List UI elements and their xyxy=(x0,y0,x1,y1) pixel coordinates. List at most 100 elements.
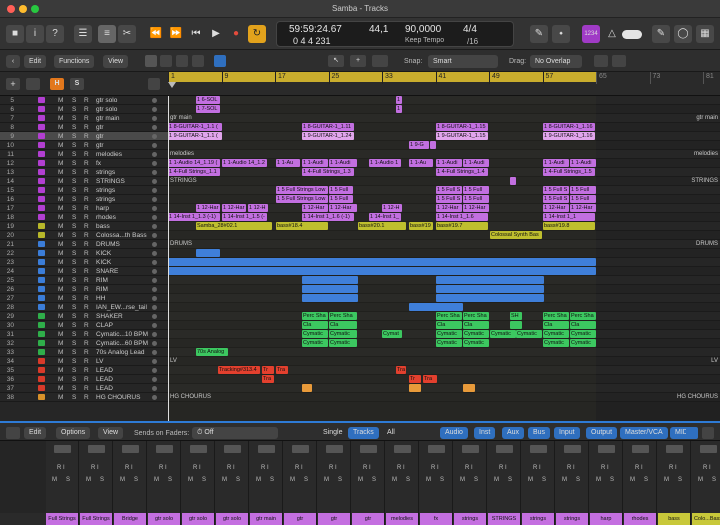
track-header[interactable]: 15 M S Rstrings xyxy=(0,186,168,195)
track-header[interactable]: 23 M S R KICK xyxy=(0,258,168,267)
record-enable-button[interactable]: R xyxy=(84,177,89,186)
track-name[interactable]: gtr solo xyxy=(96,105,117,114)
bar-ruler[interactable]: 1 9 17 25 33 41 49 57 65 73 81 xyxy=(168,72,720,96)
region[interactable]: 1 1-Audio 14_1.2 xyxy=(222,159,267,167)
region[interactable]: Cymatic xyxy=(463,330,489,338)
track-header[interactable]: 8 M S Rgtr xyxy=(0,123,168,132)
solo-button[interactable]: S xyxy=(72,186,76,195)
mute-button[interactable]: M xyxy=(58,114,63,123)
region[interactable] xyxy=(430,141,436,149)
strip-mute-button[interactable]: M xyxy=(460,477,465,483)
region[interactable]: 1 4-Full Strings_1.1 xyxy=(168,168,220,176)
track-header[interactable]: 16 M S Rstrings xyxy=(0,195,168,204)
region[interactable] xyxy=(463,384,475,392)
strip-solo-button[interactable]: S xyxy=(474,477,478,483)
solo-button[interactable]: S xyxy=(72,375,76,384)
forward-button[interactable]: ⏩ xyxy=(168,25,184,43)
flex-button[interactable] xyxy=(176,55,188,67)
mute-button[interactable]: M xyxy=(58,186,63,195)
fader-cap[interactable] xyxy=(598,445,615,453)
volume-knob[interactable] xyxy=(152,386,157,391)
secondary-tool[interactable]: + xyxy=(350,55,366,67)
metronome-button[interactable]: △ xyxy=(606,25,618,43)
region[interactable]: 1 1-Audio 1 xyxy=(369,159,401,167)
strip-solo-button[interactable]: S xyxy=(66,477,70,483)
region[interactable]: 1 7-SOL xyxy=(196,105,220,113)
strip-solo-button[interactable]: S xyxy=(304,477,308,483)
folder-button[interactable] xyxy=(26,78,40,90)
mute-button[interactable]: M xyxy=(58,249,63,258)
solo-button[interactable]: S xyxy=(72,105,76,114)
region[interactable]: 1 14-Inst 1_1.6 xyxy=(436,213,488,221)
track-header[interactable]: 12 M S Rfx xyxy=(0,159,168,168)
track-header[interactable]: 17 M S Rharp xyxy=(0,204,168,213)
track-header[interactable]: 18 M S Rrhodes xyxy=(0,213,168,222)
zoom-waveform-button[interactable] xyxy=(594,55,608,67)
solo-button[interactable]: S xyxy=(72,357,76,366)
track-header[interactable]: 20 M S R Colossa...th Bass xyxy=(0,231,168,240)
mixer-back-button[interactable] xyxy=(6,427,20,439)
region[interactable]: Perc Sha xyxy=(302,312,328,320)
add-track-button[interactable]: + xyxy=(6,78,20,90)
region[interactable]: 1 9-GUITAR-1_1.15 xyxy=(436,132,488,140)
region[interactable] xyxy=(436,285,544,293)
region[interactable]: Cla xyxy=(570,321,596,329)
record-button[interactable]: ● xyxy=(228,25,244,43)
record-enable-button[interactable]: R xyxy=(84,366,89,375)
cycle-button[interactable]: ↻ xyxy=(248,25,266,43)
mute-button[interactable]: M xyxy=(58,168,63,177)
mute-button[interactable]: M xyxy=(58,384,63,393)
region[interactable]: 1 14-Inst 1_1.6 (-1) xyxy=(302,213,354,221)
solo-button[interactable]: S xyxy=(72,267,76,276)
volume-knob[interactable] xyxy=(152,323,157,328)
region[interactable]: 1 9-G xyxy=(409,141,429,149)
region[interactable]: 1 8-GUITAR-1_1.16 xyxy=(543,123,595,131)
record-enable-button[interactable]: R xyxy=(84,330,89,339)
fader-cap[interactable] xyxy=(666,445,683,453)
region[interactable]: 1 8-GUITAR-1_1.15 xyxy=(436,123,488,131)
fader-cap[interactable] xyxy=(88,445,105,453)
volume-knob[interactable] xyxy=(152,350,157,355)
solo-button[interactable]: S xyxy=(72,177,76,186)
track-header[interactable]: 28 M S R IAN_EW...rse_tail xyxy=(0,303,168,312)
record-enable-button[interactable]: R xyxy=(84,267,89,276)
track-name[interactable]: LV xyxy=(96,357,103,366)
track-header[interactable]: 6 M S Rgtr solo xyxy=(0,105,168,114)
mixer-button[interactable]: ≡ xyxy=(98,25,116,43)
region[interactable]: 1 1-Au xyxy=(409,159,433,167)
wide-strips-button[interactable] xyxy=(702,427,714,439)
tracks-view-tab[interactable]: Tracks xyxy=(348,427,379,439)
record-enable-button[interactable]: R xyxy=(84,186,89,195)
track-name[interactable]: strings xyxy=(96,186,115,195)
volume-knob[interactable] xyxy=(152,287,157,292)
input-monitor-button[interactable]: R I xyxy=(57,465,65,471)
strip-solo-button[interactable]: S xyxy=(508,477,512,483)
strip-mute-button[interactable]: M xyxy=(392,477,397,483)
solo-button[interactable]: S xyxy=(72,132,76,141)
track-name[interactable]: RIM xyxy=(96,276,108,285)
solo-button[interactable]: S xyxy=(72,150,76,159)
functions-menu[interactable]: Functions xyxy=(54,55,95,68)
region[interactable] xyxy=(302,276,358,284)
input-monitor-button[interactable]: R I xyxy=(635,465,643,471)
arrange-area[interactable]: gtr main gtr main melodies melodies STRINGS S… xyxy=(168,96,720,421)
track-name[interactable]: Colossa...th Bass xyxy=(96,231,147,240)
fader-cap[interactable] xyxy=(54,445,71,453)
strip-mute-button[interactable]: M xyxy=(290,477,295,483)
library-button[interactable]: ■ xyxy=(6,25,24,43)
filter-input[interactable]: Input xyxy=(554,427,580,439)
record-enable-button[interactable]: R xyxy=(84,393,89,402)
record-enable-button[interactable]: R xyxy=(84,294,89,303)
volume-knob[interactable] xyxy=(152,332,157,337)
record-enable-button[interactable]: R xyxy=(84,249,89,258)
strip-solo-button[interactable]: S xyxy=(610,477,614,483)
count-in-button[interactable]: 1234 xyxy=(582,25,600,43)
region[interactable]: Samba_28#02.1 xyxy=(196,222,272,230)
track-header[interactable]: 13 M S Rstrings xyxy=(0,168,168,177)
low-latency-toggle[interactable] xyxy=(622,30,642,39)
mute-button[interactable]: M xyxy=(58,348,63,357)
track-name[interactable]: LEAD xyxy=(96,366,113,375)
track-name[interactable]: melodies xyxy=(96,150,122,159)
region[interactable]: 1 14-Inst 1_1.5 (- xyxy=(222,213,267,221)
strip-mute-button[interactable]: M xyxy=(596,477,601,483)
